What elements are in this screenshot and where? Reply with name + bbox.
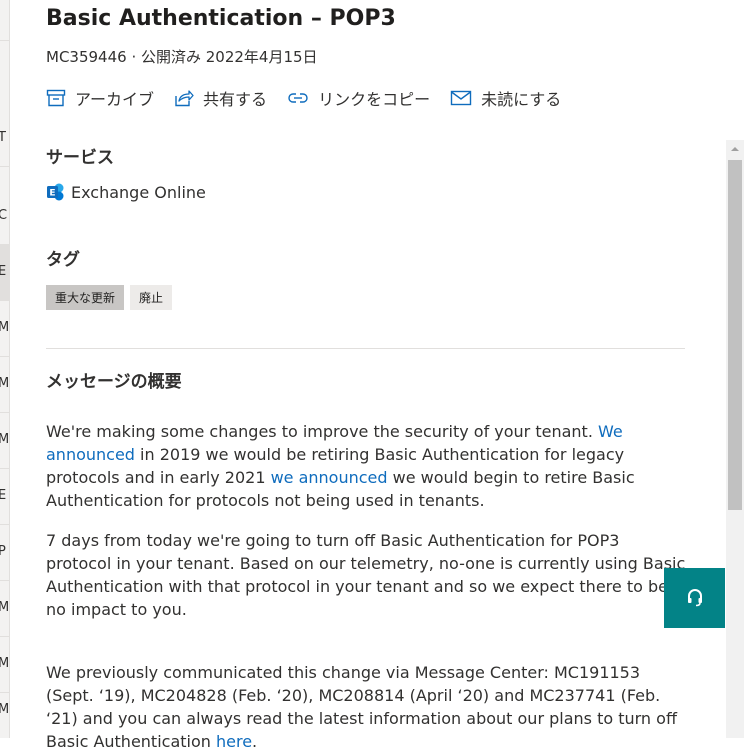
background-message-list: T C E M M M E P M M M: [0, 0, 10, 738]
list-row[interactable]: M: [0, 300, 9, 357]
copy-link-label: リンクをコピー: [318, 90, 431, 109]
list-row-initial: C: [0, 208, 7, 223]
scrollbar[interactable]: [726, 140, 744, 738]
summary-paragraph-1: We're making some changes to improve the…: [46, 420, 686, 512]
help-button[interactable]: [664, 568, 725, 628]
message-meta: MC359446 · 公開済み 2022年4月15日: [46, 48, 318, 66]
list-row[interactable]: T: [0, 110, 9, 167]
summary-paragraph-2: 7 days from today we're going to turn of…: [46, 531, 686, 619]
services-heading: サービス: [46, 148, 114, 168]
mail-icon: [450, 90, 472, 106]
archive-icon: [46, 89, 66, 107]
list-row[interactable]: P: [0, 524, 9, 581]
scroll-up-button[interactable]: [726, 140, 744, 158]
list-row-initial: M: [0, 600, 9, 615]
headset-icon: [687, 589, 702, 607]
tag-list: 重大な更新 廃止: [46, 285, 178, 310]
list-row-initial: M: [0, 376, 9, 391]
list-row[interactable]: M: [0, 682, 9, 738]
mark-unread-button[interactable]: 未読にする: [450, 86, 561, 110]
list-row-initial: T: [0, 130, 6, 145]
list-row[interactable]: C: [0, 188, 9, 245]
summary-heading: メッセージの概要: [46, 372, 182, 392]
list-row-initial: M: [0, 432, 9, 447]
archive-label: アーカイブ: [75, 90, 155, 109]
paragraph-text: We're making some changes to improve the…: [46, 422, 598, 441]
list-row-initial: M: [0, 656, 9, 671]
list-row[interactable]: M: [0, 412, 9, 469]
list-row[interactable]: [0, 0, 9, 41]
link-icon: [288, 93, 308, 103]
list-row[interactable]: E: [0, 468, 9, 525]
tag-retirement: 廃止: [130, 285, 173, 310]
archive-button[interactable]: アーカイブ: [46, 86, 154, 110]
here-link[interactable]: here: [216, 732, 252, 751]
list-row[interactable]: E: [0, 244, 9, 301]
share-label: 共有する: [203, 90, 268, 109]
tags-heading: タグ: [46, 250, 80, 270]
share-icon: [175, 90, 194, 107]
list-row-initial: P: [0, 544, 6, 559]
service-label: Exchange Online: [71, 182, 206, 202]
paragraph-text: .: [252, 732, 258, 751]
list-row[interactable]: M: [0, 580, 9, 637]
copy-link-button[interactable]: リンクをコピー: [287, 86, 430, 110]
tag-critical-update: 重大な更新: [46, 285, 125, 310]
service-item: E Exchange Online: [46, 182, 206, 202]
scrollbar-thumb[interactable]: [728, 160, 742, 510]
caret-up-icon: [731, 147, 739, 151]
summary-paragraph-3: We previously communicated this change v…: [46, 661, 686, 753]
list-row-initial: E: [0, 488, 6, 503]
exchange-icon: E: [47, 183, 64, 201]
svg-text:E: E: [49, 189, 55, 199]
message-title: Basic Authentication – POP3: [46, 6, 396, 31]
divider: [46, 348, 685, 349]
share-button[interactable]: 共有する: [174, 86, 267, 110]
list-row-initial: M: [0, 320, 9, 335]
list-row-initial: M: [0, 702, 9, 717]
announced-link-2021[interactable]: we announced: [271, 468, 388, 487]
action-bar: アーカイブ 共有する リンクをコピー 未読にする: [46, 86, 581, 110]
mark-unread-label: 未読にする: [481, 90, 562, 109]
list-row[interactable]: M: [0, 356, 9, 413]
list-row-initial: E: [0, 264, 6, 279]
